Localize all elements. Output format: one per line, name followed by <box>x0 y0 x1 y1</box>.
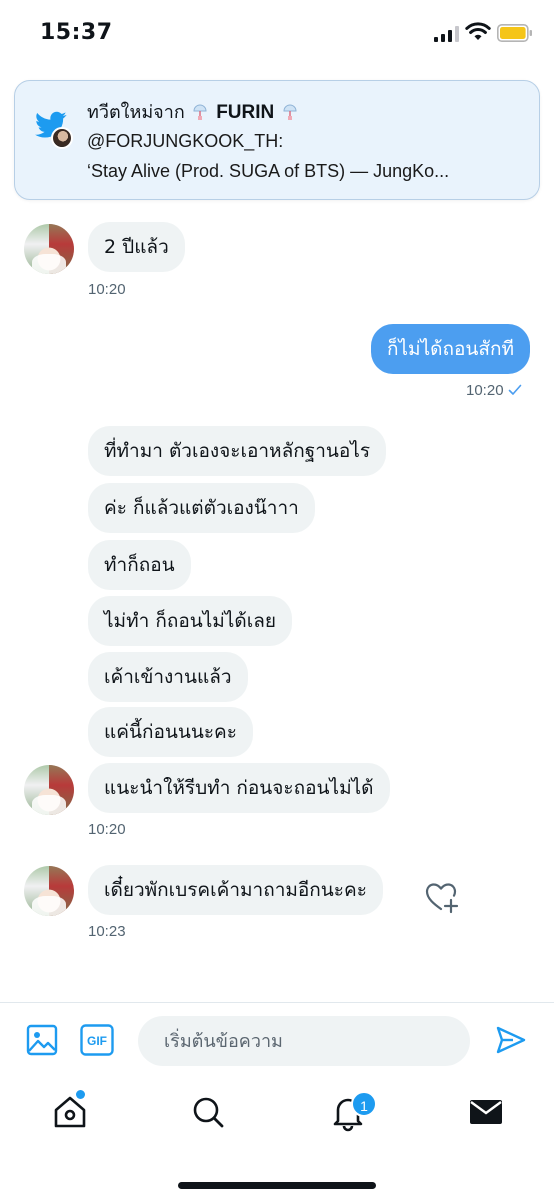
message-timestamp: 10:20 <box>88 821 126 838</box>
image-icon[interactable] <box>26 1024 58 1056</box>
timestamp-text: 10:20 <box>466 382 504 399</box>
message-bubble[interactable]: เค้าเข้างานแล้ว <box>88 652 248 702</box>
home-indicator[interactable] <box>178 1182 376 1189</box>
wind-chime-icon <box>193 104 207 120</box>
search-icon[interactable] <box>188 1092 228 1132</box>
contact-avatar[interactable] <box>24 866 74 916</box>
home-icon[interactable] <box>50 1092 90 1132</box>
notifications-count-badge: 1 <box>351 1091 377 1117</box>
message-bubble[interactable]: แนะนำให้รีบทำ ก่อนจะถอนไม่ได้ <box>88 763 390 813</box>
contact-avatar[interactable] <box>24 765 74 815</box>
message-bubble[interactable]: ไม่ทำ ก็ถอนไม่ได้เลย <box>88 596 292 646</box>
message-bubble[interactable]: ทำก็ถอน <box>88 540 191 590</box>
composer-divider <box>0 1002 554 1003</box>
message-input[interactable] <box>138 1016 470 1066</box>
heart-add-reaction-icon[interactable] <box>424 880 460 914</box>
status-time: 15:37 <box>40 20 113 45</box>
message-timestamp: 10:23 <box>88 923 126 940</box>
gif-button[interactable]: GIF <box>80 1024 114 1056</box>
home-unread-dot <box>76 1090 85 1099</box>
message-bubble[interactable]: 2 ปีแล้ว <box>88 222 185 272</box>
notification-sender-name: FURIN <box>216 102 275 123</box>
message-bubble[interactable]: ที่ทำมา ตัวเองจะเอาหลักฐานอไร <box>88 426 387 476</box>
wifi-icon <box>465 22 491 40</box>
notification-prefix: ทวีตใหม่จาก <box>87 102 191 123</box>
message-bubble[interactable]: แค่นี้ก่อนนนะคะ <box>88 707 253 757</box>
gif-label: GIF <box>87 1034 107 1048</box>
message-timestamp: 10:20 <box>88 281 126 298</box>
envelope-icon[interactable] <box>466 1092 506 1132</box>
notification-title: ทวีตใหม่จาก FURIN <box>87 97 300 126</box>
message-bubble-outgoing[interactable]: ก็ไม่ได้ถอนสักที <box>370 324 530 374</box>
read-check-icon <box>508 384 521 395</box>
contact-avatar[interactable] <box>24 224 74 274</box>
gif-icon: GIF <box>80 1024 114 1056</box>
sender-avatar <box>51 127 73 149</box>
tweet-notification-banner[interactable]: ทวีตใหม่จาก FURIN @FORJUNGKOOK_TH: ‘Stay… <box>14 80 540 200</box>
message-bubble[interactable]: เดี๋ยวพักเบรคเค้ามาถามอีกนะคะ <box>88 865 383 915</box>
status-bar: 15:37 <box>0 0 554 70</box>
notification-handle: @FORJUNGKOOK_TH: <box>87 131 284 151</box>
message-bubble[interactable]: ค่ะ ก็แล้วแต่ตัวเองน๊าาา <box>88 483 315 533</box>
wind-chime-icon <box>283 104 297 120</box>
notification-preview: ‘Stay Alive (Prod. SUGA of BTS) — JungKo… <box>87 161 450 181</box>
send-icon[interactable] <box>495 1024 527 1056</box>
battery-icon <box>497 24 532 42</box>
message-timestamp-outgoing: 10:20 <box>466 382 522 399</box>
cellular-signal-icon <box>434 26 459 42</box>
